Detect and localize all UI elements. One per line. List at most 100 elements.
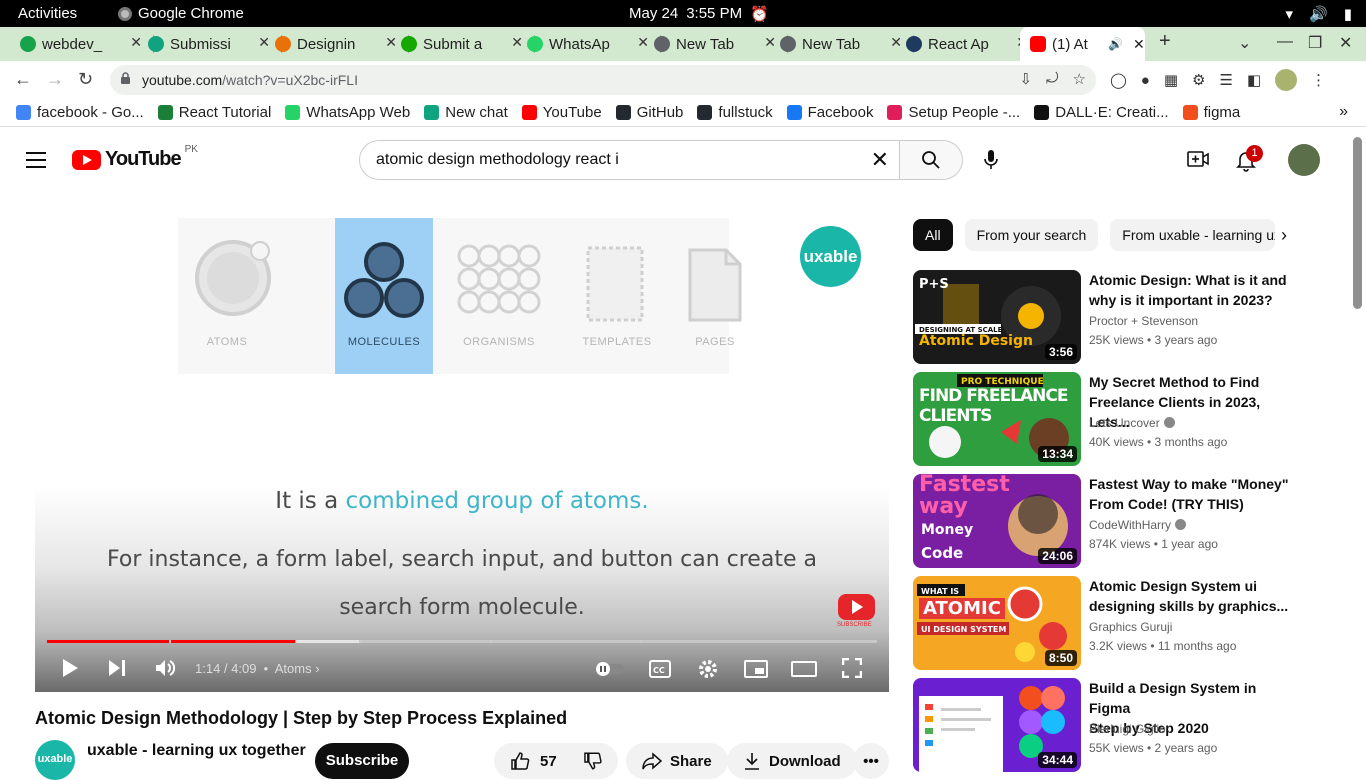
bookmark[interactable]: DALL·E: Creati... [1034, 104, 1169, 121]
reload-icon[interactable]: ↻ [78, 69, 93, 90]
tab-close-icon[interactable]: ✕ [764, 34, 776, 51]
bookmark[interactable]: React Tutorial [157, 104, 271, 121]
video-thumbnail[interactable]: Money Code Fastest way 24:06 [913, 474, 1081, 568]
youtube-logo[interactable]: YouTube PK [72, 144, 198, 171]
like-button[interactable]: 57 [510, 751, 557, 771]
settings-gear-icon[interactable] [697, 658, 719, 680]
extensions-puzzle-icon[interactable]: ⚙ [1192, 71, 1205, 89]
bookmarks-overflow-icon[interactable]: » [1339, 103, 1348, 121]
create-video-icon[interactable] [1187, 150, 1209, 168]
share-icon[interactable]: ⤾ [1046, 70, 1059, 88]
tab-close-icon[interactable]: ✕ [511, 34, 523, 51]
bookmark[interactable]: figma [1182, 104, 1240, 121]
recommendation-item[interactable]: P+S DESIGNING AT SCALE Atomic Design 3:5… [913, 270, 1293, 364]
captions-icon[interactable]: CC [649, 660, 671, 678]
video-title[interactable]: Atomic Design System ui designing skills … [1089, 576, 1295, 616]
restore-icon[interactable]: ❐ [1308, 33, 1322, 53]
loading-extension-icon[interactable]: ◯ [1110, 71, 1127, 89]
fullscreen-icon[interactable] [842, 658, 862, 678]
extension-circle-icon[interactable]: ● [1141, 72, 1150, 89]
tab[interactable]: New Tab ✕ [654, 31, 788, 57]
tab-close-icon[interactable]: ✕ [637, 34, 649, 51]
chip-from-channel[interactable]: From uxable - learning ux together [1110, 219, 1276, 251]
app-menu[interactable]: Google Chrome [118, 5, 244, 22]
chrome-menu-icon[interactable]: ⋮ [1311, 71, 1326, 89]
minimize-icon[interactable]: — [1277, 33, 1293, 51]
media-control-icon[interactable]: ☰ [1220, 71, 1233, 89]
video-player[interactable]: ATOMS MOLECULES ORGANISMS TEMPLATES PAGE… [35, 196, 889, 692]
volume-icon[interactable] [154, 658, 176, 678]
bookmark[interactable]: fullstuck [697, 104, 773, 121]
video-thumbnail[interactable]: 34:44 [913, 678, 1081, 772]
tab[interactable]: webdev_ ✕ [20, 31, 154, 57]
bookmark[interactable]: New chat [424, 104, 508, 121]
microphone-icon[interactable] [984, 150, 998, 170]
bookmark[interactable]: GitHub [615, 104, 683, 121]
tab-close-icon[interactable]: ✕ [890, 34, 902, 51]
address-bar[interactable]: youtube.com/watch?v=uX2bc-irFLI ⇩ ⤾ ☆ [110, 65, 1096, 95]
search-input[interactable]: atomic design methodology react i ✕ [359, 140, 900, 180]
menu-icon[interactable] [26, 152, 46, 173]
activities-button[interactable]: Activities [18, 5, 77, 22]
channel-name[interactable]: CodeWithHarry [1089, 518, 1187, 532]
subscribe-button[interactable]: Subscribe [315, 743, 409, 779]
download-button[interactable]: Download [727, 743, 857, 779]
channel-name[interactable]: Proctor + Stevenson [1089, 314, 1198, 328]
channel-avatar[interactable]: uxable [35, 740, 75, 780]
tab-search-chevron-icon[interactable]: ⌄ [1238, 33, 1251, 53]
page-scrollbar[interactable] [1353, 137, 1362, 309]
more-actions-button[interactable]: ••• [853, 743, 889, 779]
share-button[interactable]: Share [626, 743, 728, 779]
video-title[interactable]: Fastest Way to make "Money" From Code! (T… [1089, 474, 1295, 514]
bookmark[interactable]: facebook - Go... [16, 104, 144, 121]
new-tab-icon[interactable]: + [1159, 30, 1171, 53]
next-icon[interactable] [107, 658, 127, 678]
tab-close-icon[interactable]: ✕ [385, 34, 397, 51]
thumbs-down-icon[interactable] [583, 751, 602, 771]
side-panel-icon[interactable]: ◧ [1247, 71, 1261, 89]
search-button[interactable] [900, 140, 963, 180]
bookmark[interactable]: YouTube [521, 104, 602, 121]
chapter-title[interactable]: Atoms [275, 661, 312, 676]
system-tray[interactable]: ▾ 🔊 ▮ [1286, 5, 1352, 23]
progress-bar[interactable] [47, 640, 877, 643]
channel-name[interactable]: Lets Uncover [1089, 416, 1175, 430]
chip-scroll-right-icon[interactable]: › [1281, 225, 1287, 246]
channel-name[interactable]: Pierluigi Giglio [1089, 722, 1166, 736]
account-avatar[interactable] [1288, 144, 1320, 176]
play-icon[interactable] [61, 658, 79, 678]
theater-mode-icon[interactable] [791, 661, 817, 677]
clock[interactable]: May 24 3:55 PM ⏰ [629, 5, 769, 23]
tab[interactable]: Designin ✕ [275, 31, 409, 57]
recommendation-item[interactable]: PRO TECHNIQUE FIND FREELANCE CLIENTS 13:… [913, 372, 1293, 466]
tab[interactable]: Submissi ✕ [148, 31, 282, 57]
clear-search-icon[interactable]: ✕ [871, 147, 889, 173]
tab[interactable]: React Ap ✕ [906, 31, 1028, 57]
miniplayer-icon[interactable] [744, 660, 768, 678]
video-thumbnail[interactable]: P+S DESIGNING AT SCALE Atomic Design 3:5… [913, 270, 1081, 364]
video-thumbnail[interactable]: PRO TECHNIQUE FIND FREELANCE CLIENTS 13:… [913, 372, 1081, 466]
bookmark[interactable]: WhatsApp Web [285, 104, 410, 121]
forward-icon[interactable]: → [46, 69, 64, 90]
video-title[interactable]: Atomic Design: What is it and why is it i… [1089, 270, 1295, 310]
tab[interactable]: New Tab ✕ [780, 31, 914, 57]
subscribe-watermark-icon[interactable] [838, 594, 875, 620]
tab-audio-icon[interactable]: 🔊 [1108, 37, 1123, 51]
tab-close-icon[interactable]: ✕ [258, 34, 270, 51]
recommendation-item[interactable]: Money Code Fastest way 24:06 Fastest Way… [913, 474, 1293, 568]
close-window-icon[interactable]: ✕ [1339, 33, 1352, 53]
channel-name[interactable]: Graphics Guruji [1089, 620, 1172, 634]
install-app-icon[interactable]: ⇩ [1019, 70, 1032, 88]
chip-all[interactable]: All [913, 219, 953, 251]
recommendation-item[interactable]: WHAT IS UI DESIGN SYSTEM ATOMIC 8:50 Ato… [913, 576, 1293, 670]
autoplay-toggle[interactable] [593, 661, 625, 677]
profile-avatar[interactable] [1275, 69, 1298, 91]
bookmark[interactable]: Facebook [786, 104, 873, 121]
bookmark-star-icon[interactable]: ☆ [1073, 70, 1086, 88]
tab-active[interactable]: (1) At 🔊 ✕ [1020, 27, 1145, 61]
back-icon[interactable]: ← [14, 69, 32, 90]
tab-close-icon[interactable]: ✕ [130, 34, 142, 51]
tab[interactable]: Submit a ✕ [401, 31, 535, 57]
channel-name[interactable]: uxable - learning ux together [87, 742, 306, 760]
video-thumbnail[interactable]: WHAT IS UI DESIGN SYSTEM ATOMIC 8:50 [913, 576, 1081, 670]
